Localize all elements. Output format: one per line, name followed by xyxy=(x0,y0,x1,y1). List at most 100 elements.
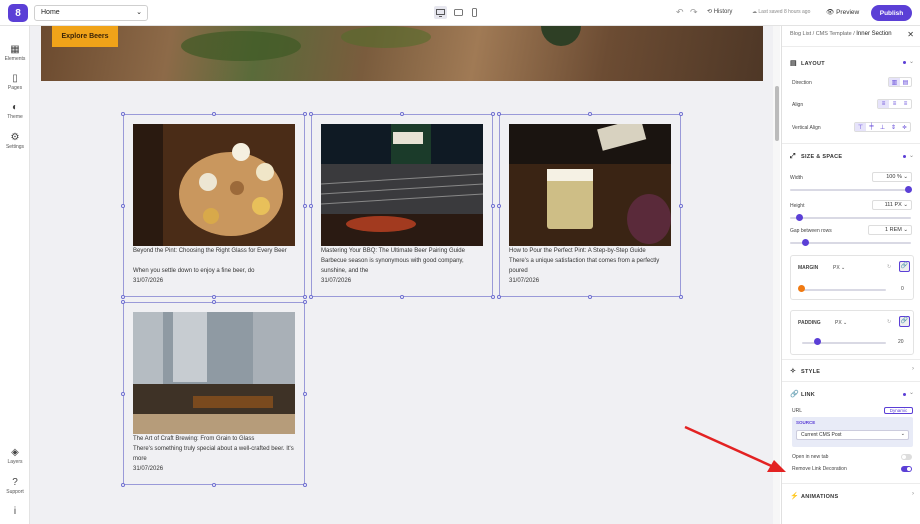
resize-handle[interactable] xyxy=(303,112,307,116)
resize-handle[interactable] xyxy=(309,295,313,299)
resize-handle[interactable] xyxy=(491,295,495,299)
redo-icon[interactable]: ↷ xyxy=(690,7,698,18)
section-size-space[interactable]: ⤢ SIZE & SPACE xyxy=(790,153,842,161)
row-direction-icon[interactable]: ▤ xyxy=(900,78,911,86)
blog-card[interactable]: Beyond the Pint: Choosing the Right Glas… xyxy=(123,114,305,297)
gap-slider-knob[interactable] xyxy=(801,239,809,246)
dynamic-badge[interactable]: Dynamic xyxy=(884,407,913,414)
resize-handle[interactable] xyxy=(491,203,495,208)
sidebar-item-layers[interactable]: ◈ Layers xyxy=(0,447,30,465)
width-unit[interactable]: % xyxy=(897,174,902,180)
link-values-icon[interactable]: 🔗 xyxy=(899,316,910,327)
mobile-view-icon[interactable] xyxy=(468,6,481,19)
resize-handle[interactable] xyxy=(212,300,216,304)
valign-center-icon[interactable]: ╪ xyxy=(866,123,877,131)
chevron-down-icon[interactable]: ⌄ xyxy=(909,389,914,396)
resize-handle[interactable] xyxy=(303,391,307,396)
resize-handle[interactable] xyxy=(303,295,307,299)
canvas-scroll-thumb[interactable] xyxy=(775,86,779,141)
valign-top-icon[interactable]: ⊤ xyxy=(855,123,866,131)
explore-beers-button[interactable]: Explore Beers xyxy=(52,26,118,47)
valign-bottom-icon[interactable]: ⊥ xyxy=(877,123,888,131)
sidebar-item-settings[interactable]: ⚙ Settings xyxy=(0,132,30,150)
resize-handle[interactable] xyxy=(400,295,404,299)
margin-slider[interactable] xyxy=(802,289,886,291)
resize-handle[interactable] xyxy=(121,391,125,396)
resize-handle[interactable] xyxy=(497,295,501,299)
padding-slider-knob[interactable] xyxy=(813,338,821,345)
history-button[interactable]: ⟲ History xyxy=(707,8,732,15)
width-slider-knob[interactable] xyxy=(905,186,912,193)
sidebar-item-elements[interactable]: ▦ Elements xyxy=(0,44,30,62)
reset-icon[interactable]: ↻ xyxy=(887,319,891,325)
resize-handle[interactable] xyxy=(497,203,501,208)
resize-handle[interactable] xyxy=(679,112,683,116)
margin-slider-knob[interactable] xyxy=(798,285,805,292)
reset-icon[interactable]: ↻ xyxy=(887,264,891,270)
height-input[interactable]: 111 PX ⌄ xyxy=(872,200,912,210)
valign-between-icon[interactable]: ⇕ xyxy=(888,123,899,131)
preview-button[interactable]: 👁 Preview xyxy=(826,8,859,16)
align-right-icon[interactable]: ≡ xyxy=(900,100,911,108)
width-input[interactable]: 100 % ⌄ xyxy=(872,172,912,182)
width-slider[interactable] xyxy=(790,189,911,191)
resize-handle[interactable] xyxy=(588,112,592,116)
close-icon[interactable]: ✕ xyxy=(907,30,914,39)
open-new-tab-toggle[interactable] xyxy=(901,454,912,460)
blog-card[interactable]: How to Pour the Perfect Pint: A Step-by-… xyxy=(499,114,681,297)
resize-handle[interactable] xyxy=(121,300,125,304)
resize-handle[interactable] xyxy=(212,483,216,487)
desktop-view-icon[interactable] xyxy=(434,6,447,19)
resize-handle[interactable] xyxy=(303,300,307,304)
padding-unit[interactable]: PX ⌄ xyxy=(835,320,847,326)
breadcrumb-blog-list[interactable]: Blog List xyxy=(790,31,811,37)
resize-handle[interactable] xyxy=(497,112,501,116)
height-slider[interactable] xyxy=(790,217,911,219)
publish-button[interactable]: Publish xyxy=(871,5,912,21)
resize-handle[interactable] xyxy=(121,483,125,487)
section-animations[interactable]: ⚡ ANIMATIONS xyxy=(790,492,838,500)
resize-handle[interactable] xyxy=(212,112,216,116)
chevron-down-icon[interactable]: ⌄ xyxy=(909,58,914,65)
resize-handle[interactable] xyxy=(679,295,683,299)
sidebar-item-pages[interactable]: ▯ Pages xyxy=(0,73,30,91)
sidebar-item-theme[interactable]: ◐ Theme xyxy=(0,102,30,120)
resize-handle[interactable] xyxy=(309,203,313,208)
direction-toggle[interactable]: ▥ ▤ xyxy=(888,77,912,87)
height-unit[interactable]: PX xyxy=(895,202,902,208)
resize-handle[interactable] xyxy=(303,203,307,208)
resize-handle[interactable] xyxy=(588,295,592,299)
section-link[interactable]: 🔗 LINK xyxy=(790,390,815,398)
vertical-align-toggle[interactable]: ⊤ ╪ ⊥ ⇕ ≑ xyxy=(854,122,911,132)
resize-handle[interactable] xyxy=(121,295,125,299)
blog-card[interactable]: The Art of Craft Brewing: From Grain to … xyxy=(123,302,305,485)
gap-input[interactable]: 1 REM ⌄ xyxy=(868,225,912,235)
resize-handle[interactable] xyxy=(679,203,683,208)
editor-canvas[interactable]: Explore Beers Beyond the Pint: Choosing … xyxy=(30,26,780,524)
resize-handle[interactable] xyxy=(309,112,313,116)
info-button[interactable]: i xyxy=(0,506,30,518)
app-logo[interactable]: 8 xyxy=(8,4,28,22)
canvas-scrollbar[interactable] xyxy=(773,26,780,524)
column-direction-icon[interactable]: ▥ xyxy=(889,78,900,86)
resize-handle[interactable] xyxy=(303,483,307,487)
tablet-view-icon[interactable] xyxy=(452,6,465,19)
undo-icon[interactable]: ↶ xyxy=(676,7,684,18)
resize-handle[interactable] xyxy=(212,295,216,299)
section-layout[interactable]: ▤ LAYOUT xyxy=(790,59,825,67)
valign-around-icon[interactable]: ≑ xyxy=(899,123,910,131)
resize-handle[interactable] xyxy=(121,112,125,116)
breadcrumb-cms-template[interactable]: CMS Template xyxy=(816,31,852,37)
margin-unit[interactable]: PX ⌄ xyxy=(833,265,845,271)
remove-link-decoration-toggle[interactable] xyxy=(901,466,912,472)
source-select[interactable]: Current CMS Post ⌄ xyxy=(796,430,909,440)
align-toggle[interactable]: ≡ ≡ ≡ xyxy=(877,99,912,109)
resize-handle[interactable] xyxy=(491,112,495,116)
align-left-icon[interactable]: ≡ xyxy=(878,100,889,108)
blog-card[interactable]: Mastering Your BBQ: The Ultimate Beer Pa… xyxy=(311,114,493,297)
link-values-icon[interactable]: 🔗 xyxy=(899,261,910,272)
align-center-icon[interactable]: ≡ xyxy=(889,100,900,108)
chevron-down-icon[interactable]: ⌄ xyxy=(909,152,914,159)
gap-unit[interactable]: REM xyxy=(890,227,902,233)
chevron-right-icon[interactable]: › xyxy=(912,491,914,497)
